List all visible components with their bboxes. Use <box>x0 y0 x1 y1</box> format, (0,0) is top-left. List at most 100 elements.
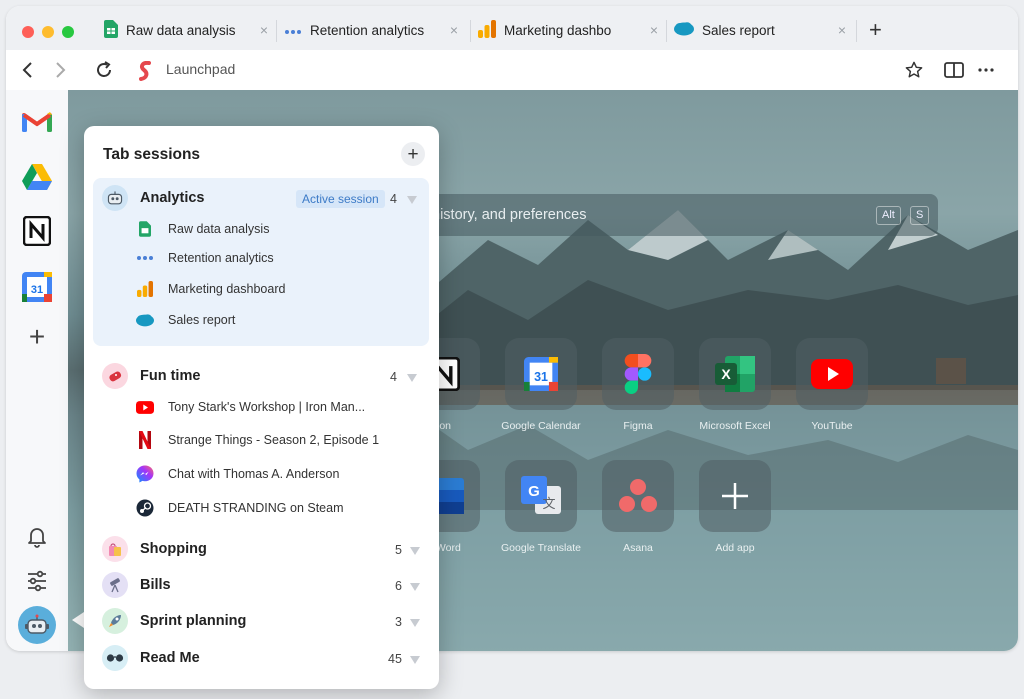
figma-icon <box>624 354 652 394</box>
notifications-button[interactable] <box>20 520 54 554</box>
session-tab-item[interactable]: Marketing dashboard <box>136 278 285 300</box>
tab-divider <box>470 20 471 42</box>
robot-avatar-icon <box>102 185 128 211</box>
add-app-tile[interactable] <box>699 460 771 532</box>
close-tab-icon[interactable]: × <box>650 22 658 38</box>
session-analytics[interactable]: Analytics <box>102 185 204 211</box>
session-tab-item[interactable]: Tony Stark's Workshop | Iron Man... <box>136 396 365 418</box>
add-app-button[interactable]: + <box>20 320 54 354</box>
session-read-me[interactable]: Read Me <box>102 645 200 671</box>
popup-caret <box>72 612 84 628</box>
glasses-icon <box>102 645 128 671</box>
analytics-bar-icon <box>478 19 496 41</box>
bell-icon <box>28 528 46 548</box>
more-menu-button[interactable] <box>974 58 998 82</box>
forward-button[interactable] <box>48 58 72 82</box>
expand-caret-icon[interactable] <box>407 196 417 204</box>
google-calendar-icon: 31 <box>22 272 52 302</box>
new-tab-button[interactable]: + <box>869 19 882 41</box>
close-tab-icon[interactable]: × <box>450 22 458 38</box>
session-fun-time[interactable]: Fun time <box>102 363 200 389</box>
close-window-button[interactable] <box>22 26 34 38</box>
tab-raw-data-analysis[interactable]: Raw data analysis × <box>104 14 268 46</box>
session-tab-item[interactable]: Retention analytics <box>136 247 274 269</box>
launchpad-search-input[interactable]: history, and preferences Alt S <box>418 194 938 236</box>
app-tile-label: YouTube <box>811 420 853 432</box>
expand-caret-icon[interactable] <box>410 656 420 664</box>
app-tile-youtube[interactable] <box>796 338 868 410</box>
session-shopping[interactable]: Shopping <box>102 536 207 562</box>
tab-sales-report[interactable]: Sales report × <box>674 14 846 46</box>
app-tile-label: Google Calendar <box>501 420 581 432</box>
split-view-button[interactable] <box>942 58 966 82</box>
app-tile-label: Add app <box>715 542 755 554</box>
tab-bar: Raw data analysis × Retention analytics … <box>6 6 1018 50</box>
app-tile-asana[interactable] <box>602 460 674 532</box>
zoom-window-button[interactable] <box>62 26 74 38</box>
session-tab-item[interactable]: Chat with Thomas A. Anderson <box>136 463 339 485</box>
plus-icon: + <box>407 143 419 165</box>
rocket-icon <box>102 608 128 634</box>
session-name: Bills <box>140 577 171 593</box>
expand-caret-icon[interactable] <box>410 583 420 591</box>
tab-sessions-popup: Tab sessions + Analytics Active session … <box>84 126 439 689</box>
app-tile-google-translate[interactable]: G文 <box>505 460 577 532</box>
address-bar[interactable]: Launchpad <box>166 61 235 77</box>
asana-icon <box>619 479 657 512</box>
session-count: 4 <box>390 192 397 206</box>
sidebar-item-gmail[interactable] <box>20 104 54 138</box>
plus-icon: + <box>28 321 46 352</box>
tab-retention-analytics[interactable]: Retention analytics × <box>284 14 458 46</box>
session-name: Analytics <box>140 190 205 206</box>
active-session-badge: Active session <box>296 190 385 208</box>
google-sheets-icon <box>136 220 154 238</box>
settings-button[interactable] <box>20 564 54 598</box>
search-placeholder: history, and preferences <box>432 207 587 223</box>
session-count: 3 <box>395 615 402 629</box>
back-button[interactable] <box>16 58 40 82</box>
app-tile-label: Google Translate <box>501 542 581 554</box>
session-tab-item[interactable]: Sales report <box>136 309 235 331</box>
minimize-window-button[interactable] <box>42 26 54 38</box>
session-bills[interactable]: Bills <box>102 572 171 598</box>
tab-title: DEATH STRANDING on Steam <box>168 501 344 515</box>
add-session-button[interactable]: + <box>401 142 425 166</box>
session-sprint-planning[interactable]: Sprint planning <box>102 608 246 634</box>
app-tile-label: Asana <box>623 542 653 554</box>
app-tile-google-calendar[interactable]: 31 <box>505 338 577 410</box>
telescope-icon <box>102 572 128 598</box>
analytics-bar-icon <box>136 280 154 298</box>
launchpad-logo-icon <box>138 60 152 86</box>
session-count: 45 <box>388 652 402 666</box>
tab-label: Marketing dashbo <box>504 22 612 38</box>
reload-button[interactable] <box>92 58 116 82</box>
session-tab-item[interactable]: Strange Things - Season 2, Episode 1 <box>136 429 379 451</box>
close-tab-icon[interactable]: × <box>838 22 846 38</box>
session-name: Sprint planning <box>140 613 247 629</box>
app-tile-figma[interactable] <box>602 338 674 410</box>
gmail-icon <box>22 112 52 132</box>
tab-title: Retention analytics <box>168 251 274 265</box>
close-tab-icon[interactable]: × <box>260 22 268 38</box>
session-tab-item[interactable]: Raw data analysis <box>136 218 269 240</box>
app-tile-microsoft-excel[interactable]: X <box>699 338 771 410</box>
sidebar-item-notion[interactable] <box>20 214 54 248</box>
sidebar-item-google-calendar[interactable]: 31 <box>20 270 54 304</box>
expand-caret-icon[interactable] <box>410 547 420 555</box>
tab-divider <box>276 20 277 42</box>
dots-icon <box>284 23 302 38</box>
calendar-day-label: 31 <box>31 284 43 296</box>
expand-caret-icon[interactable] <box>410 619 420 627</box>
google-sheets-icon <box>104 19 118 41</box>
sidebar-item-google-drive[interactable] <box>20 160 54 194</box>
tab-sessions-button[interactable] <box>18 606 56 644</box>
expand-caret-icon[interactable] <box>407 374 417 382</box>
app-tile-label: Figma <box>623 420 653 432</box>
tab-title: Tony Stark's Workshop | Iron Man... <box>168 400 366 414</box>
split-view-icon <box>944 62 964 78</box>
tab-title: Marketing dashboard <box>168 282 286 296</box>
google-translate-icon: G文 <box>521 476 561 514</box>
session-tab-item[interactable]: DEATH STRANDING on Steam <box>136 497 344 519</box>
tab-marketing-dashboard[interactable]: Marketing dashbo × <box>478 14 658 46</box>
bookmark-button[interactable] <box>902 58 926 82</box>
